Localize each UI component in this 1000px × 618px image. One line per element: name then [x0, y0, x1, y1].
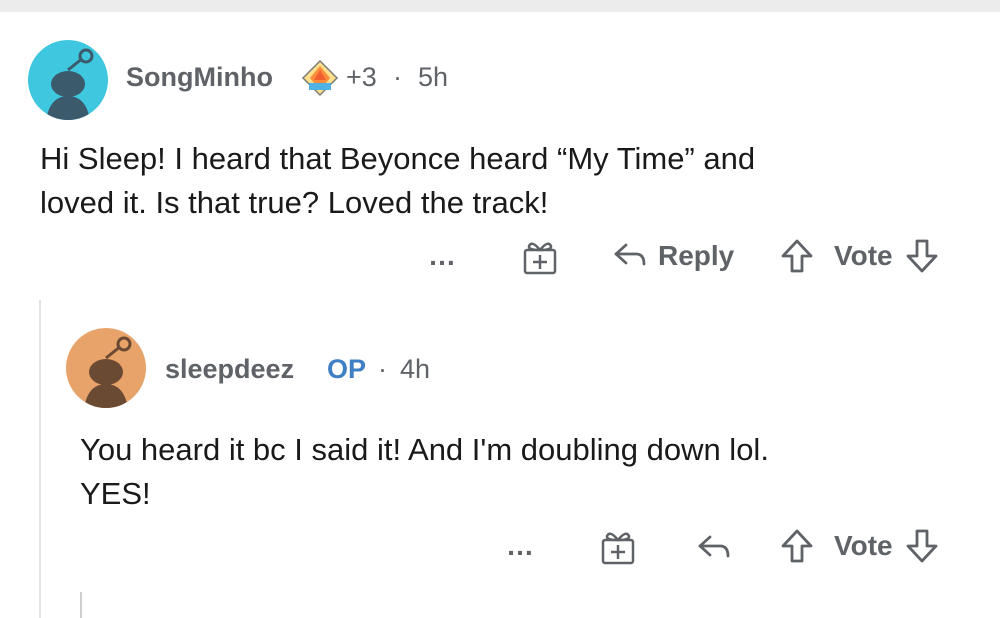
gift-award-icon[interactable] [522, 238, 558, 276]
reply-arrow-icon[interactable] [696, 532, 732, 564]
more-options-button[interactable]: … [428, 240, 457, 272]
thread-line[interactable] [39, 300, 41, 618]
downvote-arrow-icon[interactable] [905, 238, 939, 274]
award-icon [300, 58, 340, 98]
comment-body: You heard it bc I said it! And I'm doubl… [80, 428, 769, 516]
separator-dot: · [393, 62, 402, 92]
reply-label: Reply [658, 240, 735, 271]
avatar[interactable] [28, 40, 108, 120]
comment-line: YES! [80, 476, 151, 511]
award-count[interactable]: +3 [346, 62, 377, 93]
separator-dot: · [378, 354, 387, 384]
reply-arrow-icon [612, 240, 648, 272]
timestamp: 4h [400, 354, 431, 384]
comment-line: You heard it bc I said it! And I'm doubl… [80, 432, 769, 467]
comment-body: Hi Sleep! I heard that Beyonce heard “My… [40, 137, 755, 225]
comment-line: Hi Sleep! I heard that Beyonce heard “My… [40, 141, 756, 176]
username[interactable]: sleepdeez [165, 354, 294, 385]
vote-label: Vote [834, 240, 893, 271]
username[interactable]: SongMinho [126, 62, 273, 93]
avatar[interactable] [66, 328, 146, 408]
reply-button[interactable]: Reply [612, 240, 734, 272]
upvote-arrow-icon[interactable] [780, 238, 814, 274]
upvote-arrow-icon[interactable] [780, 528, 814, 564]
vote-label: Vote [834, 530, 893, 561]
more-options-button[interactable]: … [506, 530, 535, 562]
op-badge: OP [327, 354, 367, 384]
comment-line: loved it. Is that true? Loved the track! [40, 185, 549, 220]
vote-control: Vote [780, 238, 939, 274]
downvote-arrow-icon[interactable] [905, 528, 939, 564]
thread-line-nested[interactable] [80, 592, 82, 618]
gift-award-icon[interactable] [600, 528, 636, 566]
vote-control: Vote [780, 528, 939, 564]
top-bar [0, 0, 1000, 12]
timestamp: 5h [418, 62, 449, 92]
